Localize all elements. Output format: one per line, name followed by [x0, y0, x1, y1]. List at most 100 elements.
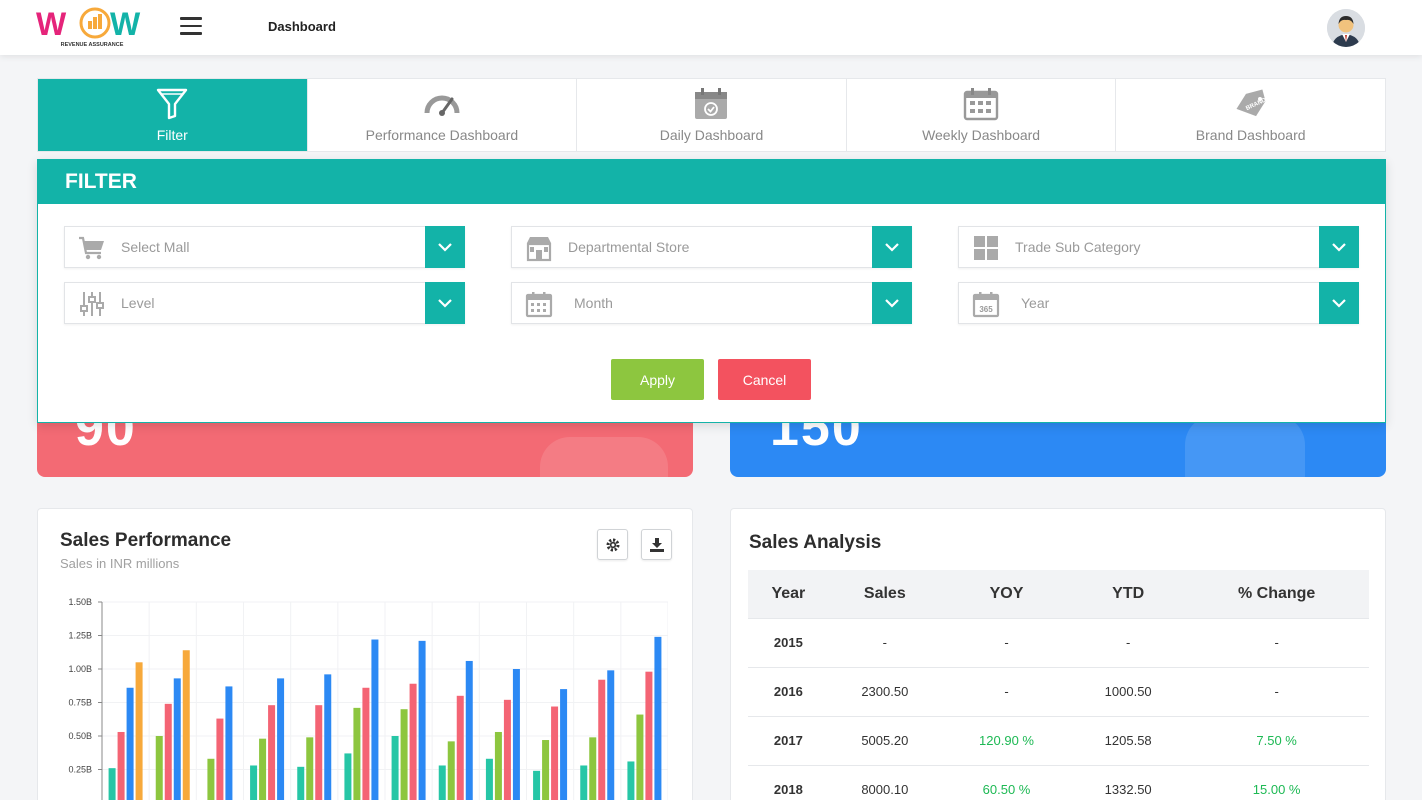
- year-cell: 2016: [748, 666, 829, 716]
- calendar-icon: [525, 292, 553, 318]
- chart-bar: [503, 699, 511, 800]
- change-cell: -: [1184, 617, 1369, 667]
- tab-performance-dashboard[interactable]: Performance Dashboard: [308, 79, 578, 151]
- ytd-cell: 1000.50: [1072, 666, 1185, 716]
- change-cell: 7.50 %: [1184, 715, 1369, 765]
- departmental-store-dropdown[interactable]: Departmental Store: [511, 226, 912, 268]
- chart-bar: [371, 639, 379, 800]
- panel-title: Sales Performance: [60, 530, 232, 551]
- chevron-down-icon[interactable]: [872, 226, 912, 268]
- select-mall-dropdown[interactable]: Select Mall: [64, 226, 465, 268]
- chart-bar: [126, 687, 134, 800]
- chart-bar: [164, 703, 172, 800]
- filter-icon: [157, 88, 188, 120]
- chevron-down-icon[interactable]: [425, 282, 465, 324]
- tab-label: Weekly Dashboard: [922, 127, 1041, 143]
- year-cell: 2018: [748, 764, 829, 800]
- top-header: W W REVENUE ASSURANCE Dashboard: [0, 0, 1422, 55]
- column-header: % Change: [1184, 570, 1369, 618]
- tab-daily-dashboard[interactable]: Daily Dashboard: [577, 79, 847, 151]
- y-tick-label: 0.50B: [68, 731, 92, 741]
- column-header: Sales: [828, 570, 941, 618]
- y-tick-label: 1.25B: [68, 631, 92, 641]
- ytd-cell: 1205.58: [1072, 715, 1185, 765]
- chart-bar: [645, 671, 653, 800]
- yoy-cell: 60.50 %: [940, 764, 1073, 800]
- chart-bar: [636, 714, 644, 800]
- cancel-button[interactable]: Cancel: [718, 359, 811, 400]
- calendar-365-icon: 365: [972, 292, 1000, 318]
- panel-title: Sales Analysis: [749, 532, 882, 553]
- sales-bar-chart: 0.25B 0.50B 0.75B 1.00B 1.25B 1.50B: [68, 597, 668, 800]
- chart-bar: [362, 687, 370, 800]
- chart-bar: [465, 660, 473, 800]
- apply-button[interactable]: Apply: [611, 359, 704, 400]
- chevron-down-icon[interactable]: [1319, 282, 1359, 324]
- card-decoration: [540, 437, 668, 477]
- tab-filter[interactable]: Filter: [38, 79, 308, 151]
- brand-tag-icon: BRAND: [1236, 89, 1268, 117]
- wow-logo[interactable]: W W REVENUE ASSURANCE: [36, 6, 148, 49]
- calendar-check-icon: [695, 88, 728, 119]
- chart-bar: [207, 758, 215, 800]
- select-placeholder: Select Mall: [121, 239, 190, 255]
- settings-button[interactable]: [597, 529, 628, 560]
- filter-title: FILTER: [38, 160, 1385, 204]
- chart-bar: [400, 709, 408, 800]
- chart-bar: [135, 662, 143, 800]
- chart-bar: [297, 766, 305, 800]
- yoy-cell: -: [940, 617, 1073, 667]
- chart-bar: [391, 736, 399, 800]
- page-title: Dashboard: [268, 19, 336, 34]
- sales-cell: 5005.20: [828, 715, 941, 765]
- tab-label: Performance Dashboard: [365, 127, 519, 143]
- tab-weekly-dashboard[interactable]: Weekly Dashboard: [847, 79, 1117, 151]
- trade-sub-category-dropdown[interactable]: Trade Sub Category: [958, 226, 1359, 268]
- chart-bar: [438, 765, 446, 800]
- chart-bar: [580, 765, 588, 800]
- chart-bar: [512, 669, 520, 800]
- sales-cell: 2300.50: [828, 666, 941, 716]
- select-placeholder: Month: [574, 295, 613, 311]
- dashboard-tabs: Filter Performance Dashboard Daily Dashb…: [37, 78, 1386, 152]
- chart-bar: [542, 740, 550, 800]
- chevron-down-icon[interactable]: [1319, 226, 1359, 268]
- yoy-cell: -: [940, 666, 1073, 716]
- select-placeholder: Departmental Store: [568, 239, 690, 255]
- menu-toggle-icon[interactable]: [180, 17, 202, 37]
- user-avatar[interactable]: [1327, 9, 1365, 47]
- year-cell: 2015: [748, 617, 829, 667]
- chart-bar: [598, 679, 606, 800]
- select-placeholder: Year: [1021, 295, 1050, 311]
- chart-bar: [324, 674, 332, 800]
- change-cell: 15.00 %: [1184, 764, 1369, 800]
- svg-text:W: W: [110, 7, 141, 42]
- y-tick-label: 0.25B: [68, 765, 92, 775]
- filter-panel: FILTER Select Mall Departmental Store Tr…: [37, 159, 1386, 423]
- chart-bar: [654, 636, 662, 800]
- sales-performance-panel: Sales Performance Sales in INR millions …: [37, 508, 693, 800]
- sliders-icon: [80, 292, 104, 316]
- column-header: YTD: [1072, 570, 1185, 618]
- gear-icon: [606, 538, 619, 551]
- chart-bar: [108, 768, 116, 800]
- download-button[interactable]: [641, 529, 672, 560]
- chart-bar: [353, 707, 361, 800]
- year-dropdown[interactable]: 365 Year: [958, 282, 1359, 324]
- card-decoration: [1185, 420, 1305, 477]
- cart-icon: [79, 236, 104, 260]
- column-header: Year: [748, 570, 829, 618]
- chart-bar: [277, 678, 285, 800]
- tab-label: Filter: [156, 127, 188, 143]
- y-tick-label: 1.00B: [68, 664, 92, 674]
- chevron-down-icon[interactable]: [425, 226, 465, 268]
- tab-brand-dashboard[interactable]: BRAND Brand Dashboard: [1116, 79, 1385, 151]
- sales-analysis-panel: Sales Analysis Year Sales YOY YTD % Chan…: [730, 508, 1386, 800]
- svg-text:W: W: [36, 7, 67, 42]
- chevron-down-icon[interactable]: [872, 282, 912, 324]
- chart-bar: [607, 670, 615, 800]
- sales-analysis-table: Year Sales YOY YTD % Change 2015 - - - -…: [748, 570, 1369, 800]
- y-tick-label: 0.75B: [68, 698, 92, 708]
- level-dropdown[interactable]: Level: [64, 282, 465, 324]
- month-dropdown[interactable]: Month: [511, 282, 912, 324]
